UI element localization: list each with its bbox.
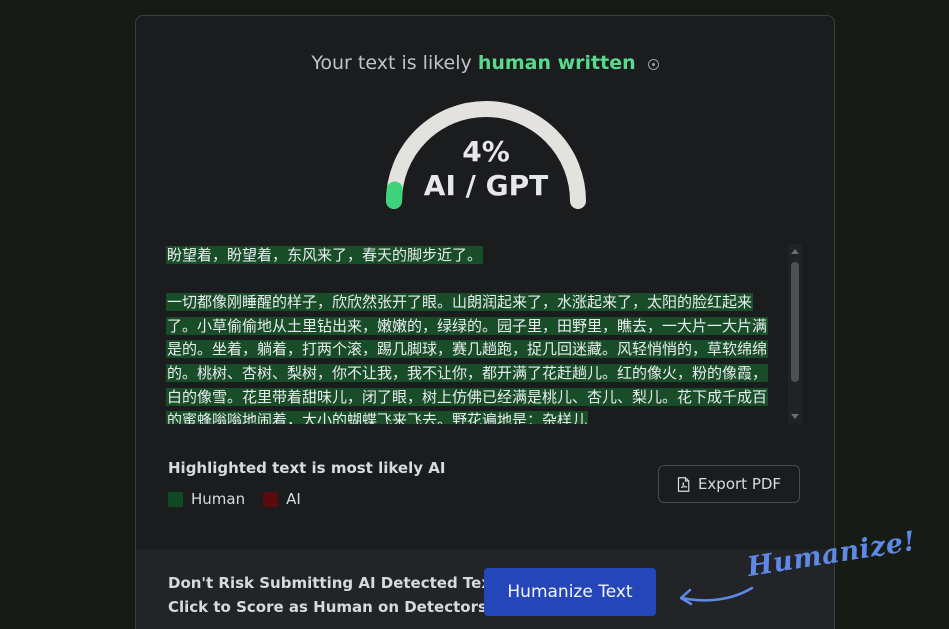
ai-swatch — [263, 491, 279, 507]
text-paragraph: 一切都像刚睡醒的样子，欣欣然张开了眼。山朗润起来了，水涨起来了，太阳的脸红起来了… — [166, 291, 778, 424]
human-highlight: 盼望着，盼望着，东风来了，春天的脚步近了。 — [166, 246, 484, 264]
scroll-up-arrow-icon[interactable] — [791, 249, 799, 254]
analyzed-text: 盼望着，盼望着，东风来了，春天的脚步近了。 一切都像刚睡醒的样子，欣欣然张开了眼… — [166, 244, 778, 424]
result-card: Your text is likely human written 4% AI … — [135, 15, 835, 629]
ai-score-gauge: 4% AI / GPT — [386, 91, 586, 211]
legend-label-human: Human — [191, 490, 246, 508]
pdf-file-icon — [677, 476, 690, 492]
export-pdf-label: Export PDF — [697, 475, 782, 493]
verdict-label: human written — [477, 52, 636, 74]
scroll-thumb[interactable] — [791, 262, 799, 382]
legend: Human AI — [168, 490, 319, 508]
info-icon[interactable] — [647, 59, 659, 70]
gauge-readout: 4% AI / GPT — [386, 135, 586, 203]
gauge-percent: 4% — [462, 135, 510, 168]
legend-item-human: Human — [168, 490, 245, 508]
verdict-prefix: Your text is likely — [311, 52, 472, 74]
legend-label-ai: AI — [286, 490, 301, 508]
text-paragraph: 盼望着，盼望着，东风来了，春天的脚步近了。 — [166, 244, 778, 268]
analyzed-text-panel[interactable]: 盼望着，盼望着，东风来了，春天的脚步近了。 一切都像刚睡醒的样子，欣欣然张开了眼… — [166, 244, 802, 424]
cta-message: Don't Risk Submitting AI Detected Text C… — [168, 571, 498, 619]
verdict-heading: Your text is likely human written — [136, 52, 834, 74]
humanize-annotation: Humanize! — [672, 526, 918, 618]
human-highlight: 一切都像刚睡醒的样子，欣欣然张开了眼。山朗润起来了，水涨起来了，太阳的脸红起来了… — [166, 293, 769, 424]
legend-title: Highlighted text is most likely AI — [168, 459, 446, 477]
export-pdf-button[interactable]: Export PDF — [658, 465, 800, 503]
legend-item-ai: AI — [263, 490, 301, 508]
humanize-text-button[interactable]: Humanize Text — [484, 568, 656, 616]
gauge-label: AI / GPT — [423, 169, 549, 202]
scroll-down-arrow-icon[interactable] — [791, 414, 799, 419]
human-swatch — [168, 491, 183, 507]
text-scrollbar[interactable] — [788, 244, 802, 424]
cta-line-2: Click to Score as Human on Detectors — [168, 598, 487, 616]
page: Your text is likely human written 4% AI … — [0, 0, 949, 629]
cta-line-1: Don't Risk Submitting AI Detected Text — [168, 574, 499, 592]
